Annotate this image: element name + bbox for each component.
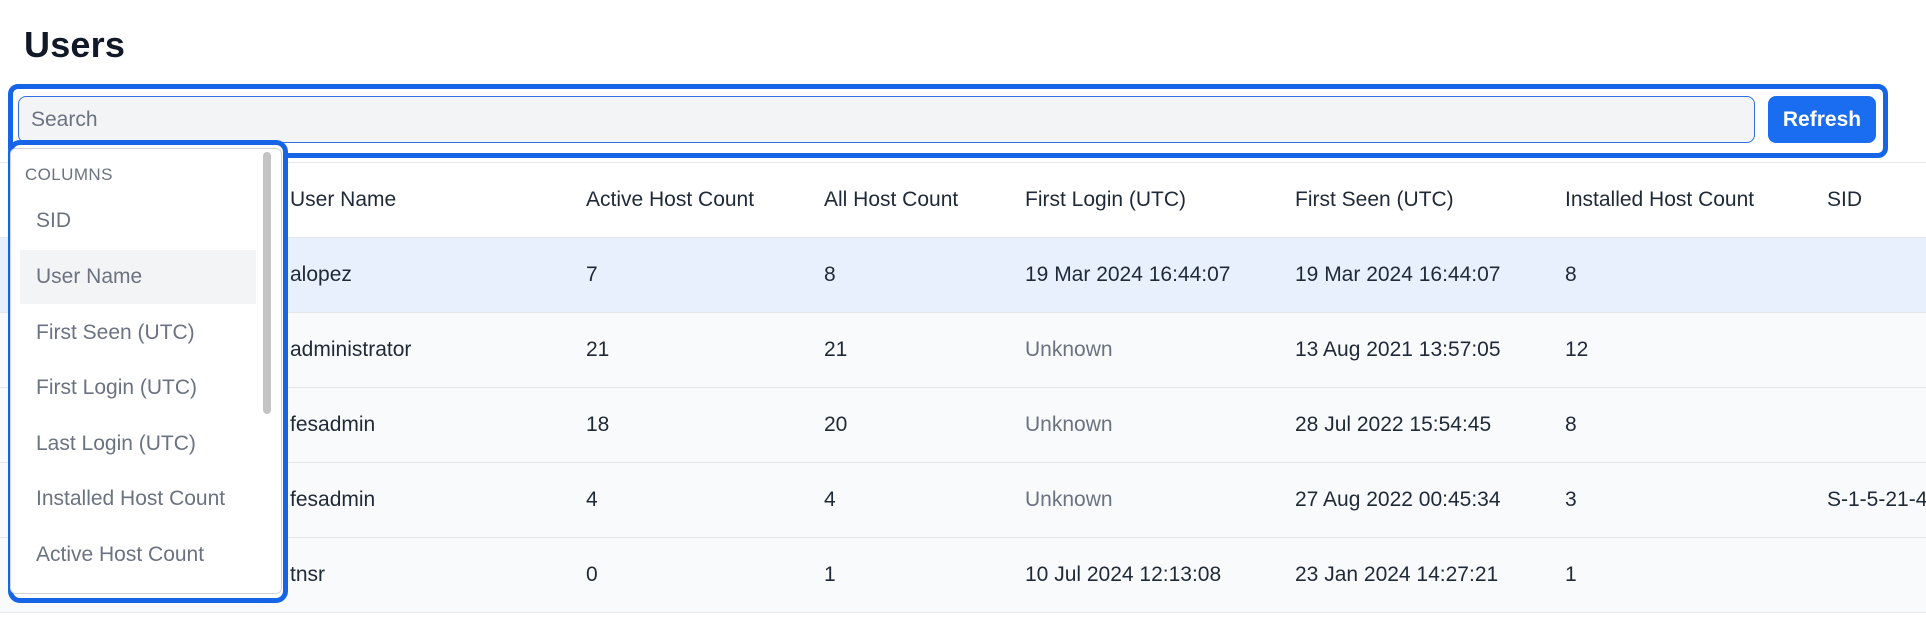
table-row[interactable]: administrator 21 21 Unknown 13 Aug 2021 … (0, 313, 1926, 388)
column-option-first-seen[interactable]: First Seen (UTC) (20, 306, 256, 360)
cell-all-host-count: 8 (824, 263, 836, 286)
refresh-button[interactable]: Refresh (1768, 96, 1876, 143)
cell-active-host-count: 4 (586, 488, 598, 511)
users-table: User Name Active Host Count All Host Cou… (0, 162, 1926, 634)
cell-active-host-count: 21 (586, 338, 610, 361)
column-header-user-name[interactable]: User Name (290, 163, 396, 237)
cell-user-name: fesadmin (290, 488, 376, 511)
cell-first-login: Unknown (1025, 413, 1113, 436)
column-option-first-login[interactable]: First Login (UTC) (20, 361, 256, 415)
cell-user-name: alopez (290, 263, 352, 286)
column-option-sid[interactable]: SID (20, 194, 256, 248)
cell-first-login: 10 Jul 2024 12:13:08 (1025, 563, 1222, 586)
cell-first-login: 19 Mar 2024 16:44:07 (1025, 263, 1231, 286)
cell-all-host-count: 20 (824, 413, 848, 436)
table-row[interactable]: fesadmin 4 4 Unknown 27 Aug 2022 00:45:3… (0, 463, 1926, 538)
cell-all-host-count: 4 (824, 488, 836, 511)
cell-installed-host-count: 12 (1565, 338, 1589, 361)
column-option-user-name[interactable]: User Name (20, 250, 256, 304)
cell-installed-host-count: 8 (1565, 263, 1577, 286)
column-menu-heading: COLUMNS (25, 165, 113, 184)
cell-user-name: tnsr (290, 563, 326, 586)
cell-first-login: Unknown (1025, 338, 1113, 361)
cell-active-host-count: 18 (586, 413, 610, 436)
column-option-installed-host-count[interactable]: Installed Host Count (20, 472, 256, 526)
cell-user-name: fesadmin (290, 413, 376, 436)
cell-installed-host-count: 1 (1565, 563, 1577, 586)
cell-first-login: Unknown (1025, 488, 1113, 511)
column-option-active-host-count[interactable]: Active Host Count (20, 528, 256, 582)
cell-first-seen: 19 Mar 2024 16:44:07 (1295, 263, 1501, 286)
cell-active-host-count: 7 (586, 263, 598, 286)
cell-user-name: administrator (290, 338, 412, 361)
cell-first-seen: 23 Jan 2024 14:27:21 (1295, 563, 1499, 586)
column-header-installed-host-count[interactable]: Installed Host Count (1565, 163, 1754, 237)
cell-installed-host-count: 3 (1565, 488, 1577, 511)
table-row[interactable]: fesadmin 18 20 Unknown 28 Jul 2022 15:54… (0, 388, 1926, 463)
cell-active-host-count: 0 (586, 563, 598, 586)
column-header-first-seen[interactable]: First Seen (UTC) (1295, 163, 1454, 237)
cell-installed-host-count: 8 (1565, 413, 1577, 436)
cell-first-seen: 13 Aug 2021 13:57:05 (1295, 338, 1501, 361)
column-header-all-host-count[interactable]: All Host Count (824, 163, 958, 237)
cell-first-seen: 28 Jul 2022 15:54:45 (1295, 413, 1492, 436)
cell-sid: S-1-5-21-4 (1827, 488, 1926, 511)
column-header-first-login[interactable]: First Login (UTC) (1025, 163, 1186, 237)
column-header-active-host-count[interactable]: Active Host Count (586, 163, 754, 237)
column-header-sid[interactable]: SID (1827, 163, 1862, 237)
cell-first-seen: 27 Aug 2022 00:45:34 (1295, 488, 1501, 511)
search-input[interactable] (18, 96, 1755, 143)
page-title: Users (24, 24, 126, 65)
cell-all-host-count: 21 (824, 338, 848, 361)
column-option-last-login[interactable]: Last Login (UTC) (20, 417, 256, 471)
table-header: User Name Active Host Count All Host Cou… (0, 163, 1926, 238)
column-menu-scrollbar[interactable] (263, 152, 271, 414)
cell-all-host-count: 1 (824, 563, 836, 586)
table-row[interactable]: tnsr 0 1 10 Jul 2024 12:13:08 23 Jan 202… (0, 538, 1926, 613)
table-row[interactable]: alopez 7 8 19 Mar 2024 16:44:07 19 Mar 2… (0, 238, 1926, 313)
